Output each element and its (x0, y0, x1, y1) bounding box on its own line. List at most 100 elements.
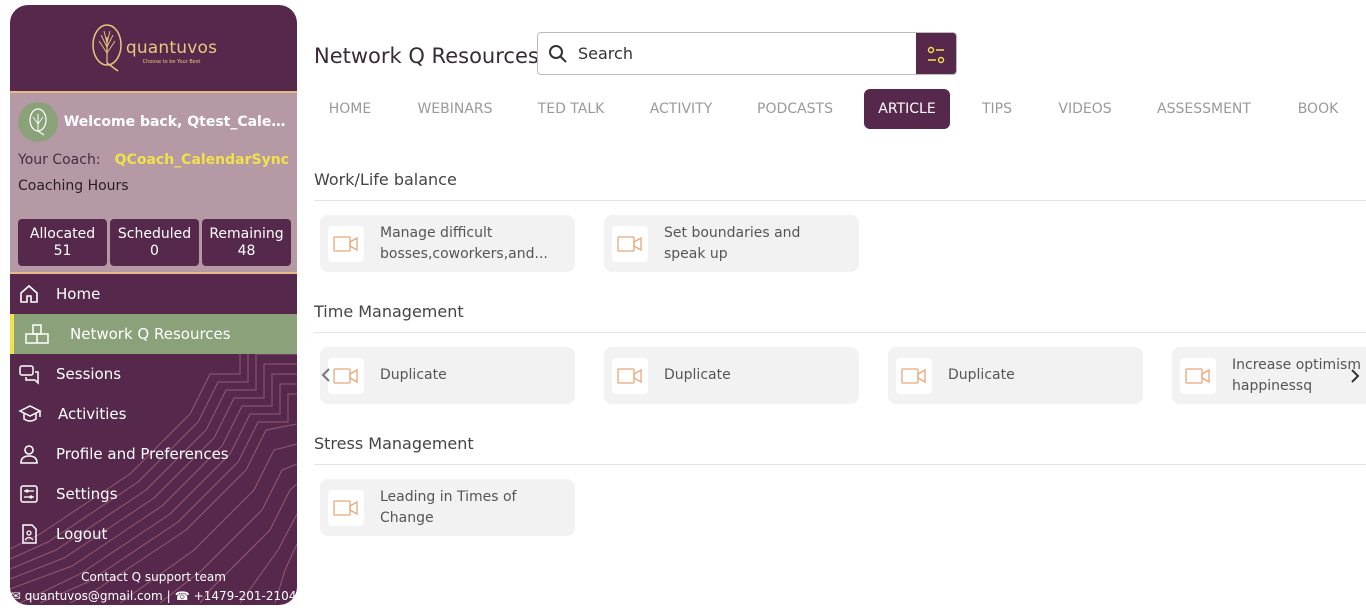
hours-value: 51 (53, 242, 72, 259)
search-bar (537, 32, 957, 75)
sidebar-item-label: Profile and Preferences (56, 445, 229, 463)
contact-support: Contact Q support team ✉ quantuvos@gmail… (10, 570, 297, 603)
hours-allocated: Allocated 51 (18, 219, 107, 266)
resource-card[interactable]: Increase optimism happinessq (1172, 347, 1366, 404)
sidebar: quantuvos Choose to be Your Best Welcome… (10, 5, 297, 605)
mail-icon: ✉ (10, 589, 21, 603)
section-title: Time Management (314, 302, 464, 321)
tree-logo-icon (92, 24, 122, 72)
logo-area: quantuvos Choose to be Your Best (10, 5, 297, 93)
coaching-hours: Allocated 51 Scheduled 0 Remaining 48 (18, 219, 291, 266)
resource-title: Manage difficult bosses,coworkers,and... (380, 224, 548, 262)
logo-name: quantuvos (125, 37, 218, 58)
sidebar-item-label: Home (56, 285, 101, 303)
resource-card[interactable]: Leading in Times of Change (320, 479, 575, 536)
separator: | (166, 589, 171, 603)
phone-icon: ☎ (174, 589, 190, 603)
tab-tips[interactable]: TIPS (974, 89, 1020, 129)
resource-title: Duplicate (664, 367, 731, 383)
resource-tabs: HOME WEBINARS TED TALK ACTIVITY PODCASTS… (314, 89, 1366, 129)
sidebar-item-logout[interactable]: Logout (10, 514, 297, 554)
resource-card[interactable]: Set boundaries and speak up (604, 215, 859, 272)
logout-icon (22, 524, 37, 544)
sidebar-item-label: Network Q Resources (70, 325, 231, 343)
hours-value: 0 (150, 242, 159, 259)
tab-webinars[interactable]: WEBINARS (410, 89, 500, 129)
contact-phone[interactable]: +1479-201-2104 (194, 589, 297, 603)
resource-title: Increase optimism happinessq (1232, 356, 1361, 394)
tab-assessment[interactable]: ASSESSMENT (1150, 89, 1258, 129)
resource-title: Duplicate (380, 367, 447, 383)
resource-card[interactable]: Duplicate (888, 347, 1143, 404)
hours-label: Allocated (29, 225, 96, 242)
carousel-prev-button[interactable] (320, 365, 332, 385)
settings-icon (20, 485, 38, 503)
video-camera-icon (901, 367, 926, 384)
resource-title: Duplicate (948, 367, 1015, 383)
chat-icon (19, 365, 39, 385)
sidebar-item-label: Sessions (56, 365, 122, 383)
contact-email[interactable]: quantuvos@gmail.com (25, 589, 163, 603)
tab-activity[interactable]: ACTIVITY (640, 89, 722, 129)
home-icon (20, 284, 38, 303)
tab-videos[interactable]: VIDEOS (1050, 89, 1120, 129)
section-title: Work/Life balance (314, 170, 457, 189)
video-camera-icon (333, 367, 358, 384)
tab-ted-talk[interactable]: TED TALK (528, 89, 614, 129)
sidebar-item-settings[interactable]: Settings (10, 474, 297, 514)
hours-scheduled: Scheduled 0 (110, 219, 199, 266)
sidebar-item-home[interactable]: Home (10, 274, 297, 314)
logo[interactable]: quantuvos Choose to be Your Best (90, 23, 217, 73)
video-camera-icon (617, 367, 642, 384)
coaching-hours-title: Coaching Hours (18, 178, 129, 194)
tab-podcasts[interactable]: PODCASTS (748, 89, 842, 129)
video-camera-icon (333, 499, 358, 516)
sidebar-item-profile[interactable]: Profile and Preferences (10, 434, 297, 474)
resource-card[interactable]: Duplicate (320, 347, 575, 404)
resource-card[interactable]: Manage difficult bosses,coworkers,and... (320, 215, 575, 272)
tab-home[interactable]: HOME (314, 89, 386, 129)
contact-title: Contact Q support team (81, 570, 226, 584)
resource-card[interactable]: Duplicate (604, 347, 859, 404)
section-title: Stress Management (314, 434, 474, 453)
video-camera-icon (617, 235, 642, 252)
tree-avatar-icon (29, 108, 47, 136)
graduation-cap-icon (18, 405, 42, 422)
divider (314, 200, 1366, 201)
video-camera-icon (1185, 367, 1210, 384)
sidebar-item-label: Logout (56, 525, 108, 543)
carousel-next-button[interactable] (1348, 365, 1362, 387)
search-icon (549, 44, 567, 63)
resource-title: Set boundaries and speak up (664, 224, 801, 262)
search-input[interactable] (578, 33, 914, 74)
sidebar-item-sessions[interactable]: Sessions (10, 354, 297, 394)
sidebar-nav: Home Network Q Resources Sessions Activi… (10, 274, 297, 603)
coach-label: Your Coach: (18, 152, 101, 168)
hours-value: 48 (237, 242, 256, 259)
user-icon (20, 445, 38, 464)
tab-book[interactable]: BOOK (1286, 89, 1350, 129)
page-title: Network Q Resources (314, 44, 539, 68)
main-content: Network Q Resources HOME WEBINARS TED TA… (314, 0, 1366, 612)
coach-name[interactable]: QCoach_CalendarSync (115, 152, 289, 168)
sidebar-item-activities[interactable]: Activities (10, 394, 297, 434)
avatar (18, 102, 58, 142)
resource-title: Leading in Times of Change (380, 488, 517, 526)
hours-label: Scheduled (117, 225, 192, 242)
sidebar-item-label: Activities (58, 405, 127, 423)
divider (314, 332, 1366, 333)
divider (314, 464, 1366, 465)
sidebar-item-label: Settings (56, 485, 118, 503)
profile-panel: Welcome back, Qtest_CalendarSync Your Co… (10, 93, 297, 274)
hours-remaining: Remaining 48 (202, 219, 291, 266)
filter-icon (927, 46, 945, 63)
chevron-right-icon (1351, 369, 1360, 383)
sidebar-item-network-q-resources[interactable]: Network Q Resources (10, 314, 297, 354)
tab-article[interactable]: ARTICLE (864, 89, 950, 129)
hours-label: Remaining (209, 225, 284, 242)
logo-tagline: Choose to be Your Best (142, 58, 201, 65)
video-camera-icon (333, 235, 358, 252)
resources-icon (25, 324, 49, 344)
chevron-left-icon (321, 368, 330, 382)
filter-button[interactable] (916, 33, 956, 74)
